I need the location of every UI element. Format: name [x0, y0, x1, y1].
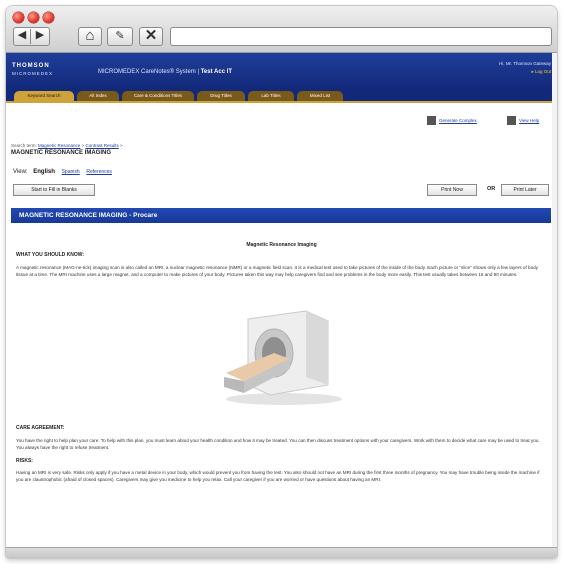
logout-link[interactable]: ▸ Log Out: [531, 69, 551, 75]
risks-paragraph: Having an MRI is very safe. Risks only a…: [16, 470, 540, 482]
browser-window: ◀ ▶ ⌂ ✎ ✕ THOMSON MICROMEDEX MICROMEDEX …: [6, 6, 557, 558]
view-references-link[interactable]: References: [86, 169, 112, 175]
fill-in-blanks-button[interactable]: Start to Fill in Blanks: [13, 184, 95, 196]
forward-button[interactable]: ▶: [31, 27, 49, 46]
print-now-button[interactable]: Print Now: [427, 184, 477, 196]
stop-button[interactable]: ✕: [139, 27, 163, 46]
mri-machine-image: [224, 310, 342, 405]
micromedex-logo: MICROMEDEX: [12, 71, 54, 76]
tab-alt-index[interactable]: Alt Index: [77, 91, 119, 101]
browser-toolbar: ◀ ▶ ⌂ ✎ ✕: [6, 6, 557, 53]
help-icon: [507, 116, 516, 125]
close-window-button[interactable]: [13, 12, 24, 23]
view-spanish-link[interactable]: Spanish: [62, 169, 80, 175]
what-heading: WHAT YOU SHOULD KNOW:: [16, 252, 85, 258]
care-agreement-paragraph: You have the right to help plan your car…: [16, 438, 540, 450]
section-header: MAGNETIC RESONANCE IMAGING - Procare: [11, 208, 551, 223]
complex-icon: [427, 116, 436, 125]
breadcrumb-item[interactable]: Contrast Results: [85, 143, 118, 148]
home-button[interactable]: ⌂: [78, 27, 102, 46]
close-icon: ✕: [144, 27, 158, 44]
account-name: Test Acc IT: [200, 69, 233, 75]
tab-underline: [6, 101, 557, 103]
minimize-window-button[interactable]: [28, 12, 39, 23]
or-label: OR: [487, 186, 496, 192]
tab-bar: Keyword Search Alt Index Care & Conditio…: [6, 89, 557, 101]
risks-heading: RISKS:: [16, 458, 33, 464]
tab-mixed-list[interactable]: Mixed List: [297, 91, 343, 101]
home-icon: ⌂: [85, 27, 95, 44]
bookmark-icon: ✎: [115, 30, 125, 42]
tab-care-conditions-titles[interactable]: Care & Conditions Titles: [122, 91, 194, 101]
tab-lab-titles[interactable]: Lab Titles: [248, 91, 294, 101]
page-scrollbar[interactable]: [552, 53, 557, 558]
tab-keyword-search[interactable]: Keyword Search: [14, 91, 74, 101]
care-agreement-heading: CARE AGREEMENT:: [16, 425, 65, 431]
user-greeting: Hi, Mr. Thomson Gateway: [499, 61, 551, 66]
breadcrumb: Search term: Magnetic Resonance > Contra…: [11, 143, 123, 148]
back-button[interactable]: ◀: [13, 27, 31, 46]
status-bar: [6, 547, 557, 558]
tab-drug-titles[interactable]: Drug Titles: [197, 91, 245, 101]
page-title: MAGNETIC RESONANCE IMAGING: [11, 150, 112, 156]
view-help-link[interactable]: View Help: [519, 117, 539, 125]
zoom-window-button[interactable]: [43, 12, 54, 23]
bookmark-button[interactable]: ✎: [107, 27, 133, 46]
print-later-button[interactable]: Print Later: [501, 184, 549, 196]
thomson-logo: THOMSON: [12, 63, 50, 69]
breadcrumb-item[interactable]: Magnetic Resonance: [38, 143, 80, 148]
view-label: View:: [13, 169, 28, 175]
what-paragraph: A magnetic resonance (MAG-ne-tick) imagi…: [16, 265, 539, 277]
url-bar[interactable]: [170, 27, 552, 46]
web-page: THOMSON MICROMEDEX MICROMEDEX CareNotes®…: [6, 53, 557, 558]
app-banner: THOMSON MICROMEDEX MICROMEDEX CareNotes®…: [6, 53, 557, 89]
view-selector: View: English Spanish References: [13, 169, 112, 175]
document-title: Magnetic Resonance Imaging: [246, 242, 317, 248]
product-name: MICROMEDEX CareNotes® System | Test Acc …: [98, 69, 233, 75]
generate-complex-link[interactable]: Generate Complex: [439, 117, 477, 125]
view-english-current: English: [33, 169, 55, 175]
